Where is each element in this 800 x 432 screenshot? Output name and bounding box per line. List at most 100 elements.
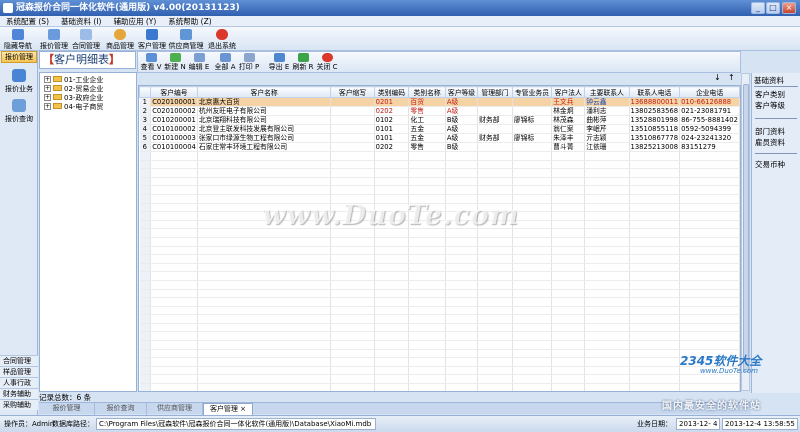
empty-cell xyxy=(629,177,681,187)
empty-cell xyxy=(139,220,152,230)
exit-system-button[interactable]: 退出系统 xyxy=(206,28,238,50)
table-row[interactable]: 1 C020100001 北京惠大百货 0201 百货 A级 王文兵 钟云鑫 136888000… xyxy=(139,97,740,107)
export-button[interactable]: 导出 E xyxy=(268,53,290,72)
nav-item-quote-query[interactable]: 报价查询 xyxy=(0,99,38,124)
sort-desc-icon[interactable]: ↓ xyxy=(714,73,721,82)
rp-link-customer-category[interactable]: 客户类别 xyxy=(755,89,785,100)
empty-row xyxy=(139,280,740,290)
expand-icon[interactable]: + xyxy=(44,76,51,83)
customer-mgmt-button[interactable]: 客户管理 xyxy=(136,28,168,50)
close-view-button[interactable]: 关闭 C xyxy=(316,53,338,72)
contract-mgmt-button[interactable]: 合同管理 xyxy=(70,28,102,50)
column-header[interactable]: 类别编码 xyxy=(373,86,410,98)
tree-item[interactable]: +02-贸易企业 xyxy=(44,85,103,94)
menu-aux-apps[interactable]: 辅助应用 (Y) xyxy=(107,16,162,26)
menu-basic-data[interactable]: 基础资料 (I) xyxy=(55,16,107,26)
nav-section-purchase[interactable]: 采购辅助 xyxy=(0,399,38,410)
datetime-field: 2013-12-4 13:58:55 xyxy=(722,418,798,430)
empty-cell xyxy=(139,160,152,170)
table-row[interactable]: 3 C010200001 北京瑞翔科技有限公司 0102 化工 B级 财务部 廖锦标 林茂森 曲彬… xyxy=(139,115,740,125)
window-title-bar[interactable]: 冠森报价合同一体化软件(通用版) v4.00(20131123) xyxy=(0,0,800,16)
table-cell: A级 xyxy=(445,97,479,107)
empty-cell xyxy=(374,331,410,342)
menu-system-config[interactable]: 系统配置 (S) xyxy=(0,16,55,26)
table-cell xyxy=(330,97,375,107)
column-header[interactable]: 主要联系人 xyxy=(584,86,630,98)
column-header[interactable]: 客户编号 xyxy=(150,86,198,98)
empty-cell xyxy=(330,323,375,333)
tree-item[interactable]: +03-政府企业 xyxy=(44,94,103,103)
tab-quote-query[interactable]: 报价查询 xyxy=(95,403,147,415)
minimize-button[interactable]: _ xyxy=(751,2,765,14)
print-button[interactable]: 打印 P xyxy=(236,53,262,72)
nav-section-hr[interactable]: 人事行政 xyxy=(0,377,38,388)
expand-icon[interactable]: + xyxy=(44,103,51,110)
quote-mgmt-button[interactable]: 报价管理 xyxy=(38,28,70,50)
table-cell: C020100002 xyxy=(150,106,198,116)
table-cell: 朱泽丰 xyxy=(551,133,586,143)
rp-link-department[interactable]: 部门资料 xyxy=(755,126,785,137)
product-mgmt-button[interactable]: 商品管理 xyxy=(104,28,136,50)
column-header[interactable]: 客户等级 xyxy=(444,86,479,98)
tree-item[interactable]: +01-工业企业 xyxy=(44,76,103,85)
column-header[interactable]: 客户法人 xyxy=(551,86,586,98)
view-button[interactable]: 查看 V xyxy=(140,53,162,72)
column-header[interactable]: 管理部门 xyxy=(477,86,513,98)
tab-customer-mgmt[interactable]: 客户管理 × xyxy=(203,403,253,415)
rp-link-currency[interactable]: 交易币种 xyxy=(755,159,785,170)
rp-link-customer-level[interactable]: 客户等级 xyxy=(755,100,785,111)
nav-section-contract[interactable]: 合同管理 xyxy=(0,355,38,366)
tab-supplier-mgmt[interactable]: 供应商管理 xyxy=(147,403,203,415)
edit-button[interactable]: 编辑 E xyxy=(188,53,210,72)
empty-row xyxy=(139,349,740,359)
vertical-scrollbar[interactable] xyxy=(741,73,750,391)
empty-cell xyxy=(679,383,740,391)
empty-cell xyxy=(445,254,479,264)
scrollbar-thumb[interactable] xyxy=(743,84,749,372)
close-button[interactable]: × xyxy=(782,2,796,14)
empty-cell xyxy=(374,349,410,359)
supplier-mgmt-button[interactable]: 供应商管理 xyxy=(168,28,204,50)
nav-header-quote[interactable]: 报价管理 xyxy=(1,51,37,63)
nav-section-sample[interactable]: 样品管理 xyxy=(0,366,38,377)
empty-cell xyxy=(408,168,446,178)
table-row[interactable]: 6 C010100004 石家庄常丰环境工程有限公司 0202 零售 B级 曹斗菁 江依珊 13… xyxy=(139,142,740,152)
tree-item[interactable]: +04-电子商贸 xyxy=(44,103,103,112)
empty-cell xyxy=(584,194,630,204)
table-cell: 江依珊 xyxy=(584,142,630,152)
empty-cell xyxy=(408,237,446,247)
table-row[interactable]: 2 C020100002 杭州友旺电子有限公司 0202 零售 A级 林金炯 潘利志 13802… xyxy=(139,106,740,116)
expand-icon[interactable]: + xyxy=(44,94,51,101)
table-row[interactable]: 4 C010100002 北京登主联发科技发展有限公司 0101 五金 A级 翁仁案 李岷芹 1… xyxy=(139,124,740,134)
refresh-button[interactable]: 刷新 R xyxy=(292,53,314,72)
all-button[interactable]: 全部 A xyxy=(214,53,236,72)
table-cell xyxy=(330,133,375,143)
tab-close-icon[interactable]: × xyxy=(240,405,246,413)
empty-cell xyxy=(551,160,586,170)
table-row[interactable]: 5 C010100003 张家口市绿源生物工程有限公司 0101 五金 A级 财务部 廖锦标朱… xyxy=(139,133,740,143)
tab-quote-mgmt[interactable]: 报价管理 xyxy=(39,403,95,415)
empty-cell xyxy=(408,185,446,195)
column-header[interactable]: 专管业务员 xyxy=(511,86,553,98)
nav-item-quote-business[interactable]: 报价业务 xyxy=(0,69,38,94)
empty-cell xyxy=(330,271,375,281)
column-header[interactable]: 类别名称 xyxy=(408,86,446,98)
biz-date-field[interactable]: 2013-12- 4 xyxy=(676,418,720,430)
column-header[interactable]: 企业电话 xyxy=(679,86,740,98)
sort-asc-icon[interactable]: ↑ xyxy=(728,73,735,82)
column-header[interactable] xyxy=(139,86,152,98)
column-header[interactable]: 客户名称 xyxy=(196,86,332,98)
hide-nav-button[interactable]: 隐藏导航 xyxy=(2,28,34,50)
empty-cell xyxy=(408,306,446,316)
column-header[interactable]: 客户缩写 xyxy=(330,86,375,98)
empty-cell xyxy=(629,151,681,161)
maximize-button[interactable]: □ xyxy=(766,2,780,14)
expand-icon[interactable]: + xyxy=(44,85,51,92)
menu-help[interactable]: 系统帮助 (Z) xyxy=(162,16,217,26)
nav-section-finance[interactable]: 财务辅助 xyxy=(0,388,38,399)
new-button[interactable]: 新建 N xyxy=(164,53,186,72)
empty-cell xyxy=(197,151,332,161)
rp-link-employee[interactable]: 雇员资料 xyxy=(755,137,785,148)
column-header[interactable]: 联系人电话 xyxy=(628,86,681,98)
empty-cell xyxy=(629,211,681,221)
